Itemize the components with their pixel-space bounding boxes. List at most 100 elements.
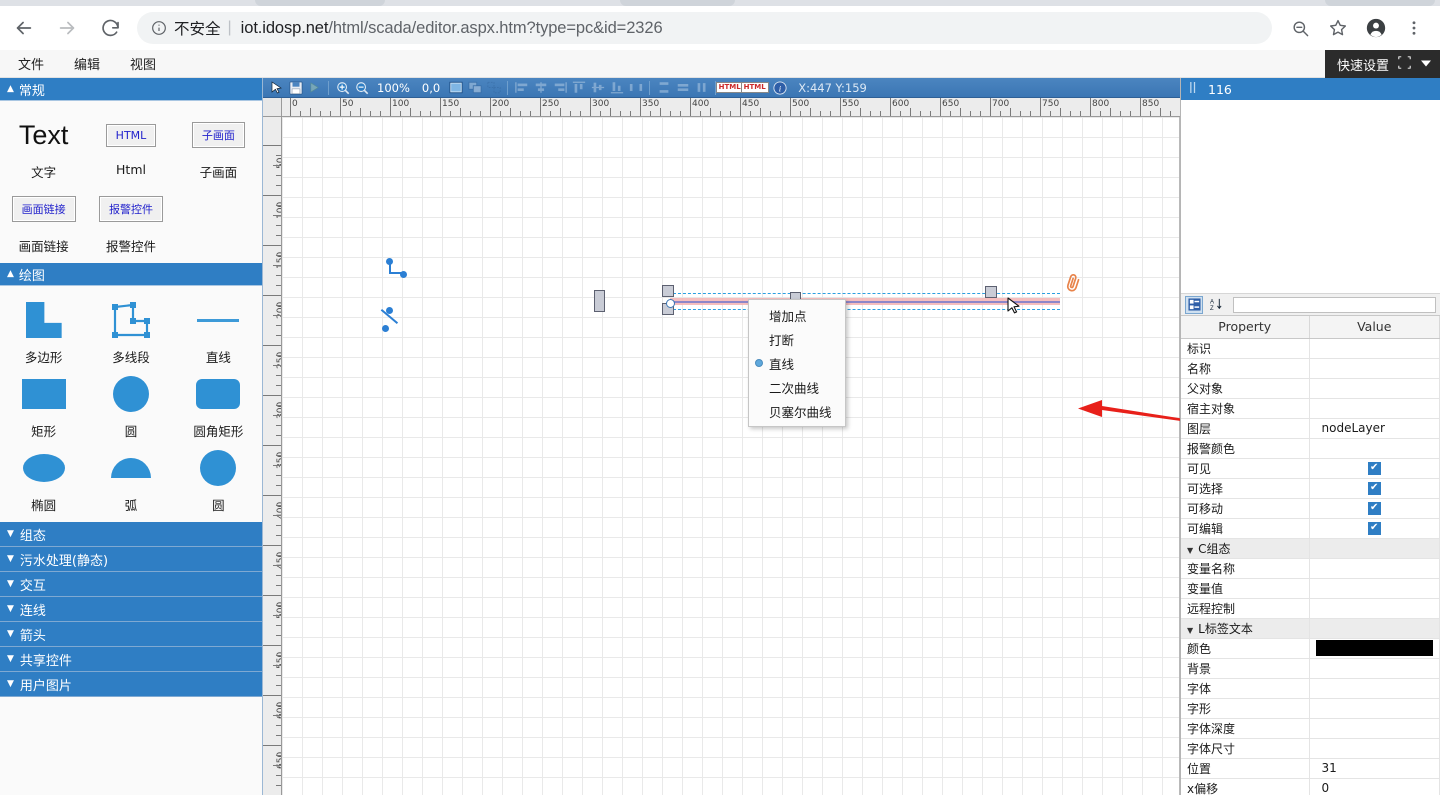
quick-settings-bar[interactable]: 快速设置 [1325,50,1440,78]
palette-item-alarm-widget[interactable]: 报警控件 报警控件 [87,183,174,257]
context-menu-item-bezier-curve[interactable]: 贝塞尔曲线 [749,399,845,423]
properties-row[interactable]: 远程控制 [1181,598,1440,618]
properties-section-row[interactable]: ▼C组态 [1181,538,1440,558]
menu-item-edit[interactable]: 编辑 [62,51,112,76]
palette-item-polygon[interactable]: 多边形 [0,294,87,368]
group-icon[interactable] [466,79,483,96]
properties-row[interactable]: 颜色 [1181,638,1440,658]
properties-row[interactable]: 标识 [1181,338,1440,358]
align-top-icon[interactable] [570,79,587,96]
properties-row[interactable]: 字体 [1181,678,1440,698]
context-menu-item-straight-line[interactable]: 直线 [749,351,845,375]
palette-item-arc[interactable]: 弧 [87,442,174,516]
align-middle-icon[interactable] [589,79,606,96]
checkbox-checked-icon[interactable]: ✔ [1368,462,1381,475]
property-value-cell[interactable]: nodeLayer [1309,418,1440,438]
property-value-cell[interactable] [1309,358,1440,378]
same-height-icon[interactable] [693,79,710,96]
same-width-icon[interactable] [674,79,691,96]
properties-row[interactable]: 可编辑✔ [1181,518,1440,538]
palette-item-screen-link[interactable]: 画面链接 画面链接 [0,183,87,257]
properties-section-row[interactable]: ▼L标签文本 [1181,618,1440,638]
palette-group-connector[interactable]: ▼ 连线 [0,597,262,622]
properties-row[interactable]: 图层nodeLayer [1181,418,1440,438]
properties-row[interactable]: 背景 [1181,658,1440,678]
property-value-cell[interactable]: ✔ [1309,498,1440,518]
property-value-cell[interactable] [1309,578,1440,598]
properties-row[interactable]: 变量值 [1181,578,1440,598]
properties-row[interactable]: 名称 [1181,358,1440,378]
palette-item-polyline[interactable]: 多线段 [87,294,174,368]
save-disk-icon[interactable] [287,79,304,96]
properties-row[interactable]: x偏移0 [1181,778,1440,795]
context-menu-item-quadratic-curve[interactable]: 二次曲线 [749,375,845,399]
reload-icon[interactable] [91,9,129,47]
palette-item-line[interactable]: 直线 [175,294,262,368]
properties-row[interactable]: 位置31 [1181,758,1440,778]
info-circle-icon[interactable] [151,20,167,36]
properties-row[interactable]: 字体深度 [1181,718,1440,738]
align-right-icon[interactable] [551,79,568,96]
star-icon[interactable] [1320,10,1356,46]
property-value-cell[interactable] [1309,638,1440,658]
properties-row[interactable]: 报警颜色 [1181,438,1440,458]
html-export-icon[interactable]: HTML [721,79,738,96]
property-value-cell[interactable]: 0 [1309,778,1440,795]
property-value-cell[interactable] [1309,698,1440,718]
triangle-down-icon[interactable]: ▼ [1187,546,1193,555]
align-bottom-icon[interactable] [608,79,625,96]
properties-row[interactable]: 可移动✔ [1181,498,1440,518]
palette-item-circle-2[interactable]: 圆 [175,442,262,516]
property-value-cell[interactable] [1309,398,1440,418]
property-value-cell[interactable]: 31 [1309,758,1440,778]
properties-row[interactable]: 父对象 [1181,378,1440,398]
properties-search-input[interactable] [1233,297,1436,313]
property-value-cell[interactable]: ✔ [1309,458,1440,478]
align-center-icon[interactable] [532,79,549,96]
palette-group-interaction[interactable]: ▼ 交互 [0,572,262,597]
checkbox-checked-icon[interactable]: ✔ [1368,502,1381,515]
html-import-icon[interactable]: HTML [746,79,763,96]
context-menu-item-break[interactable]: 打断 [749,327,845,351]
palette-item-rectangle[interactable]: 矩形 [0,368,87,442]
property-value-cell[interactable] [1309,338,1440,358]
palette-group-user-images[interactable]: ▼ 用户图片 [0,672,262,697]
property-value-cell[interactable]: ✔ [1309,518,1440,538]
property-value-cell[interactable] [1309,658,1440,678]
forward-arrow-icon[interactable] [48,9,86,47]
property-value-cell[interactable] [1309,618,1440,638]
menu-item-view[interactable]: 视图 [118,51,168,76]
info-icon[interactable]: i [771,79,788,96]
properties-row[interactable]: 宿主对象 [1181,398,1440,418]
properties-row[interactable]: 变量名称 [1181,558,1440,578]
resize-handle-start-top[interactable] [662,285,674,297]
categorized-view-icon[interactable] [1185,296,1203,314]
chevron-down-icon[interactable] [1420,57,1432,72]
property-value-cell[interactable] [1309,738,1440,758]
palette-item-rounded-rectangle[interactable]: 圆角矩形 [175,368,262,442]
profile-avatar-icon[interactable] [1358,10,1394,46]
alphabetical-sort-icon[interactable]: AZ [1207,296,1225,314]
property-value-cell[interactable] [1309,438,1440,458]
pointer-select-icon[interactable] [268,79,285,96]
properties-row[interactable]: 可见✔ [1181,458,1440,478]
property-value-cell[interactable] [1309,678,1440,698]
three-dot-menu-icon[interactable] [1396,10,1432,46]
palette-item-ellipse[interactable]: 椭圆 [0,442,87,516]
run-play-icon[interactable] [306,79,323,96]
checkbox-checked-icon[interactable]: ✔ [1368,522,1381,535]
palette-item-circle[interactable]: 圆 [87,368,174,442]
color-swatch[interactable] [1316,640,1434,656]
palette-group-header-general[interactable]: ▲ 常规 [0,78,262,101]
palette-item-html[interactable]: HTML Html [87,109,174,183]
resize-handle-middle[interactable] [594,290,605,312]
layer-list-item-116[interactable]: 116 [1181,78,1440,100]
align-left-icon[interactable] [513,79,530,96]
property-value-cell[interactable] [1309,598,1440,618]
property-value-cell[interactable] [1309,558,1440,578]
property-value-cell[interactable]: ✔ [1309,478,1440,498]
properties-row[interactable]: 字体尺寸 [1181,738,1440,758]
distribute-horizontal-icon[interactable] [627,79,644,96]
expand-icon[interactable] [1398,56,1411,72]
property-value-cell[interactable] [1309,538,1440,558]
